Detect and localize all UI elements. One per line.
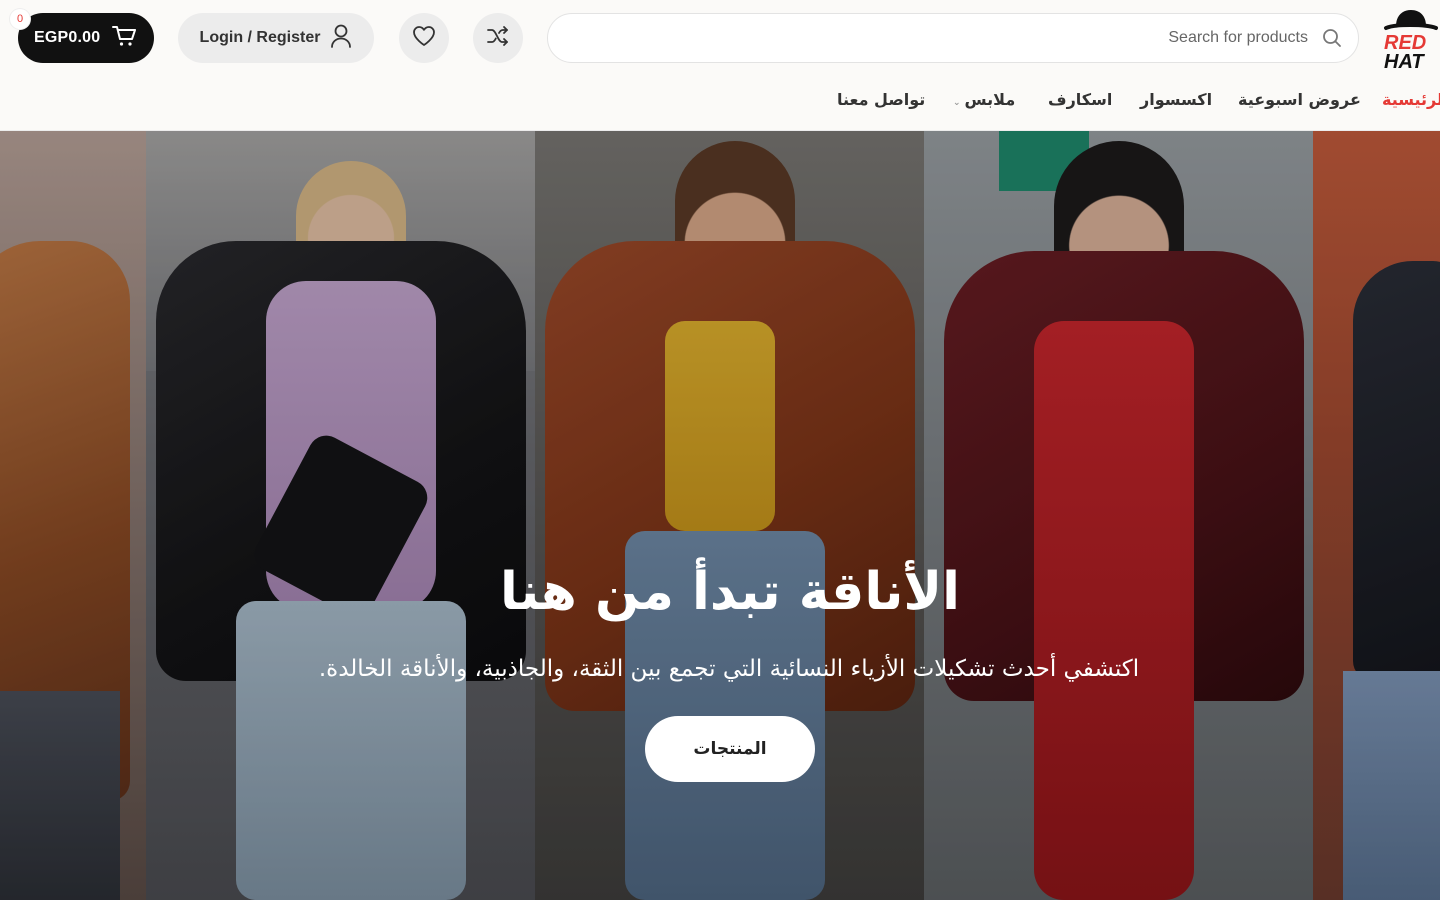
heart-icon [412,25,436,51]
nav-item-contact[interactable]: تواصل معنا [837,90,925,109]
login-register-button[interactable]: Login / Register [178,13,374,63]
shuffle-icon [486,25,510,51]
user-icon [330,24,352,52]
products-button[interactable]: المنتجات [645,716,815,782]
nav-item-scarves[interactable]: اسكارف [1048,90,1112,109]
main-nav: الرئيسية عروض اسبوعية اكسسوار اسكارف ملا… [0,90,1440,116]
cart-button[interactable]: 0 EGP0.00 [10,9,154,63]
svg-text:HAT: HAT [1384,51,1425,72]
search-icon[interactable] [1322,28,1342,48]
hero-banner: الأناقة تبدأ من هنا اكتشفي أحدث تشكيلات … [0,131,1440,900]
nav-item-clothes-label: ملابس [964,90,1016,109]
hero-subtitle: اكتشفي أحدث تشكيلات الأزياء النسائية الت… [318,656,1140,682]
wishlist-button[interactable] [399,13,449,63]
hero-title: الأناقة تبدأ من هنا [500,562,960,622]
nav-item-clothes[interactable]: ملابس⌄ [953,90,1015,109]
site-header: 0 EGP0.00 Login / Register RED HAT [0,0,1440,131]
cart-icon [112,25,137,51]
nav-item-accessories[interactable]: اكسسوار [1140,90,1212,109]
nav-item-weekly-offers[interactable]: عروض اسبوعية [1238,90,1361,109]
search-input[interactable] [568,14,1308,62]
site-logo[interactable]: RED HAT [1382,6,1440,73]
login-register-label: Login / Register [199,29,321,46]
chevron-down-icon: ⌄ [953,98,961,108]
nav-item-home[interactable]: الرئيسية [1382,90,1440,109]
cart-total: EGP0.00 [34,29,101,46]
cart-count-badge: 0 [10,9,30,29]
compare-button[interactable] [473,13,523,63]
hero-background-image [0,131,1440,900]
search-bar [547,13,1359,63]
